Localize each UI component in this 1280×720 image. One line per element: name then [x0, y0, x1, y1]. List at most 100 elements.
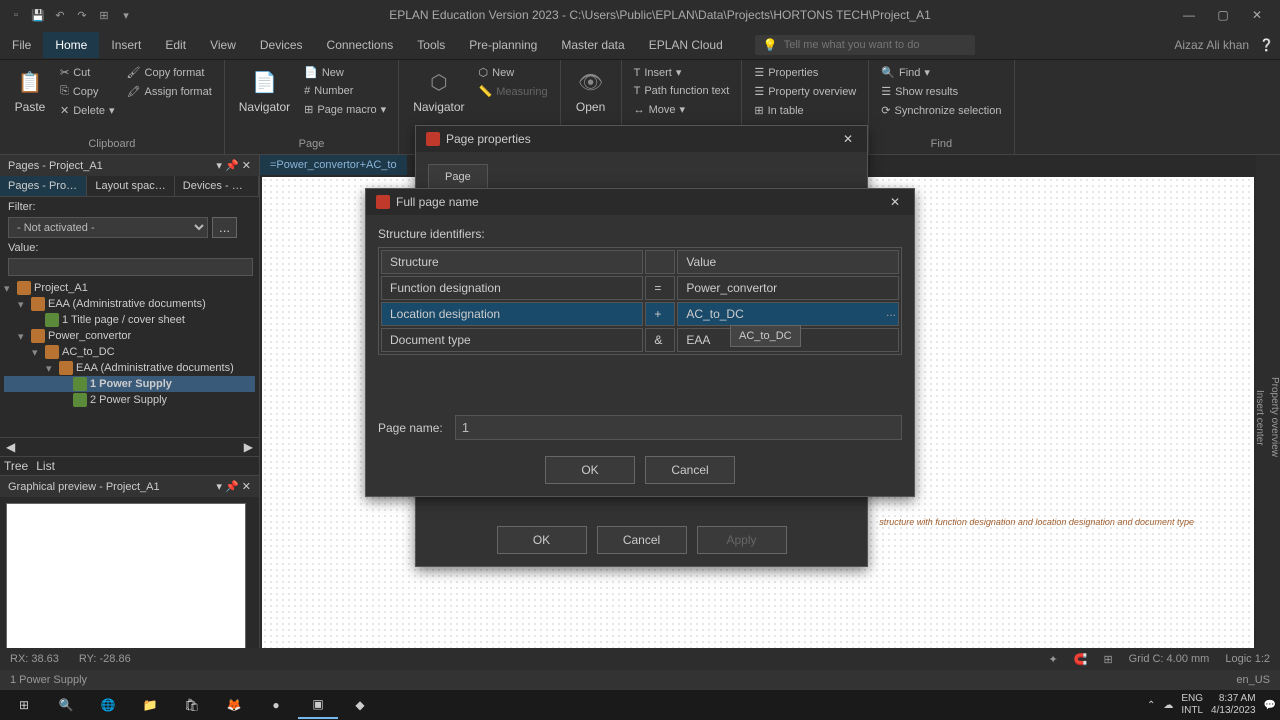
- menu-edit[interactable]: Edit: [153, 32, 198, 58]
- tree-eaa-2[interactable]: ▾EAA (Administrative documents): [4, 360, 255, 376]
- preview-dropdown-icon[interactable]: ▾: [216, 481, 222, 493]
- value-input[interactable]: [8, 258, 253, 276]
- page-props-ok-button[interactable]: OK: [497, 526, 587, 554]
- find-button[interactable]: 🔍Find▾: [877, 64, 1005, 81]
- menu-insert[interactable]: Insert: [99, 32, 153, 58]
- move-button[interactable]: ↔Move▾: [630, 101, 734, 118]
- tell-me-search[interactable]: 💡: [755, 35, 975, 55]
- property-overview-tab[interactable]: Property overview: [1269, 377, 1280, 457]
- panel-pin-icon[interactable]: 📌: [225, 160, 239, 172]
- scroll-left-icon[interactable]: ◀: [6, 440, 15, 454]
- menu-home[interactable]: Home: [43, 32, 99, 58]
- page-props-close-icon[interactable]: ✕: [839, 132, 857, 146]
- dropdown-item[interactable]: AC_to_DC: [739, 330, 792, 342]
- print-icon[interactable]: ⊞: [96, 7, 112, 23]
- 3d-new-button[interactable]: ⬡New: [475, 64, 552, 81]
- explorer-icon[interactable]: 📁: [130, 691, 170, 719]
- tell-me-input[interactable]: [784, 39, 967, 51]
- autocomplete-popup[interactable]: AC_to_DC: [730, 325, 801, 347]
- project-tree[interactable]: ▾Project_A1 ▾EAA (Administrative documen…: [0, 276, 259, 437]
- tree-ac-to-dc[interactable]: ▾AC_to_DC: [4, 344, 255, 360]
- show-results-button[interactable]: ☰Show results: [877, 83, 1005, 100]
- tree-power-supply-1[interactable]: 1 Power Supply: [4, 376, 255, 392]
- more-icon[interactable]: ▾: [118, 7, 134, 23]
- search-taskbar-icon[interactable]: 🔍: [46, 691, 86, 719]
- filter-select[interactable]: - Not activated -: [8, 217, 208, 238]
- copy-format-button[interactable]: 🖌Copy format: [123, 64, 216, 81]
- tree-eaa[interactable]: ▾EAA (Administrative documents): [4, 296, 255, 312]
- tab-layout[interactable]: Layout space -...: [87, 176, 174, 196]
- paste-button[interactable]: 📋 Paste: [8, 64, 52, 136]
- app-taskbar-icon[interactable]: ◆: [340, 691, 380, 719]
- cut-button[interactable]: ✂Cut: [56, 64, 119, 81]
- tree-title-page[interactable]: 1 Title page / cover sheet: [4, 312, 255, 328]
- sync-selection-button[interactable]: ⟳Synchronize selection: [877, 102, 1005, 119]
- tree-root[interactable]: ▾Project_A1: [4, 280, 255, 296]
- page-macro-button[interactable]: ⊞Page macro▾: [300, 101, 390, 118]
- full-page-close-icon[interactable]: ✕: [886, 195, 904, 209]
- menu-preplanning[interactable]: Pre-planning: [457, 32, 549, 58]
- notifications-icon[interactable]: 💬: [1264, 700, 1276, 711]
- maximize-button[interactable]: ▢: [1208, 5, 1238, 25]
- preview-close-icon[interactable]: ✕: [242, 481, 251, 493]
- eplan-taskbar-icon[interactable]: ▣: [298, 691, 338, 719]
- tab-pages[interactable]: Pages - Projec...: [0, 176, 87, 196]
- filter-more-button[interactable]: ...: [212, 217, 237, 238]
- assign-format-button[interactable]: 🖍Assign format: [123, 83, 216, 100]
- tree-power-convertor[interactable]: ▾Power_convertor: [4, 328, 255, 344]
- panel-close-icon[interactable]: ✕: [242, 160, 251, 172]
- snap-icon[interactable]: ✦: [1049, 653, 1058, 666]
- menu-masterdata[interactable]: Master data: [549, 32, 636, 58]
- redo-icon[interactable]: ↷: [74, 7, 90, 23]
- tree-power-supply-2[interactable]: 2 Power Supply: [4, 392, 255, 408]
- document-tab[interactable]: =Power_convertor+AC_to: [260, 155, 407, 175]
- full-page-cancel-button[interactable]: Cancel: [645, 456, 735, 484]
- insert-text-button[interactable]: TInsert▾: [630, 64, 734, 81]
- panel-dropdown-icon[interactable]: ▾: [216, 160, 222, 172]
- menu-devices[interactable]: Devices: [248, 32, 315, 58]
- page-props-cancel-button[interactable]: Cancel: [597, 526, 687, 554]
- page-name-input[interactable]: [455, 415, 902, 440]
- copy-button[interactable]: ⎘Copy: [56, 83, 119, 100]
- page-navigator-button[interactable]: 📄 Navigator: [233, 64, 296, 136]
- magnet-icon[interactable]: 🧲: [1074, 653, 1088, 666]
- in-table-button[interactable]: ⊞In table: [750, 102, 860, 119]
- tray-cloud-icon[interactable]: ☁: [1163, 700, 1173, 711]
- row-document-type[interactable]: Document type & EAA: [381, 328, 899, 352]
- tray-lang-code[interactable]: ENG: [1181, 693, 1203, 704]
- chrome-icon[interactable]: ●: [256, 691, 296, 719]
- save-icon[interactable]: 💾: [30, 7, 46, 23]
- menu-eplancloud[interactable]: EPLAN Cloud: [637, 32, 735, 58]
- property-overview-button[interactable]: ☰Property overview: [750, 83, 860, 100]
- preview-pin-icon[interactable]: 📌: [225, 481, 239, 493]
- row-location-designation[interactable]: Location designation + AC_to_DC...: [381, 302, 899, 326]
- delete-button[interactable]: ✕Delete▾: [56, 102, 119, 119]
- help-icon[interactable]: ❔: [1259, 38, 1274, 52]
- menu-tools[interactable]: Tools: [405, 32, 457, 58]
- full-page-ok-button[interactable]: OK: [545, 456, 635, 484]
- undo-icon[interactable]: ↶: [52, 7, 68, 23]
- grid-icon[interactable]: ⊞: [1103, 653, 1112, 666]
- value-browse-button[interactable]: ...: [886, 305, 896, 319]
- edge-icon[interactable]: 🌐: [88, 691, 128, 719]
- tab-devices[interactable]: Devices - Proj...: [175, 176, 259, 196]
- new-icon[interactable]: ▫: [8, 7, 24, 23]
- store-icon[interactable]: 🛍: [172, 691, 212, 719]
- tray-chevron-icon[interactable]: ⌃: [1147, 700, 1155, 711]
- view-tree-tab[interactable]: Tree: [4, 459, 28, 473]
- close-button[interactable]: ✕: [1242, 5, 1272, 25]
- number-button[interactable]: #Number: [300, 83, 390, 99]
- minimize-button[interactable]: —: [1174, 5, 1204, 25]
- firefox-icon[interactable]: 🦊: [214, 691, 254, 719]
- menu-connections[interactable]: Connections: [315, 32, 406, 58]
- menu-file[interactable]: File: [0, 32, 43, 58]
- path-function-button[interactable]: TPath function text: [630, 83, 734, 99]
- scroll-right-icon[interactable]: ▶: [244, 440, 253, 454]
- row-function-designation[interactable]: Function designation = Power_convertor: [381, 276, 899, 300]
- start-button[interactable]: ⊞: [4, 691, 44, 719]
- view-list-tab[interactable]: List: [36, 459, 55, 473]
- new-page-button[interactable]: 📄New: [300, 64, 390, 81]
- properties-button[interactable]: ☰Properties: [750, 64, 860, 81]
- page-tab[interactable]: Page: [428, 164, 488, 189]
- menu-view[interactable]: View: [198, 32, 248, 58]
